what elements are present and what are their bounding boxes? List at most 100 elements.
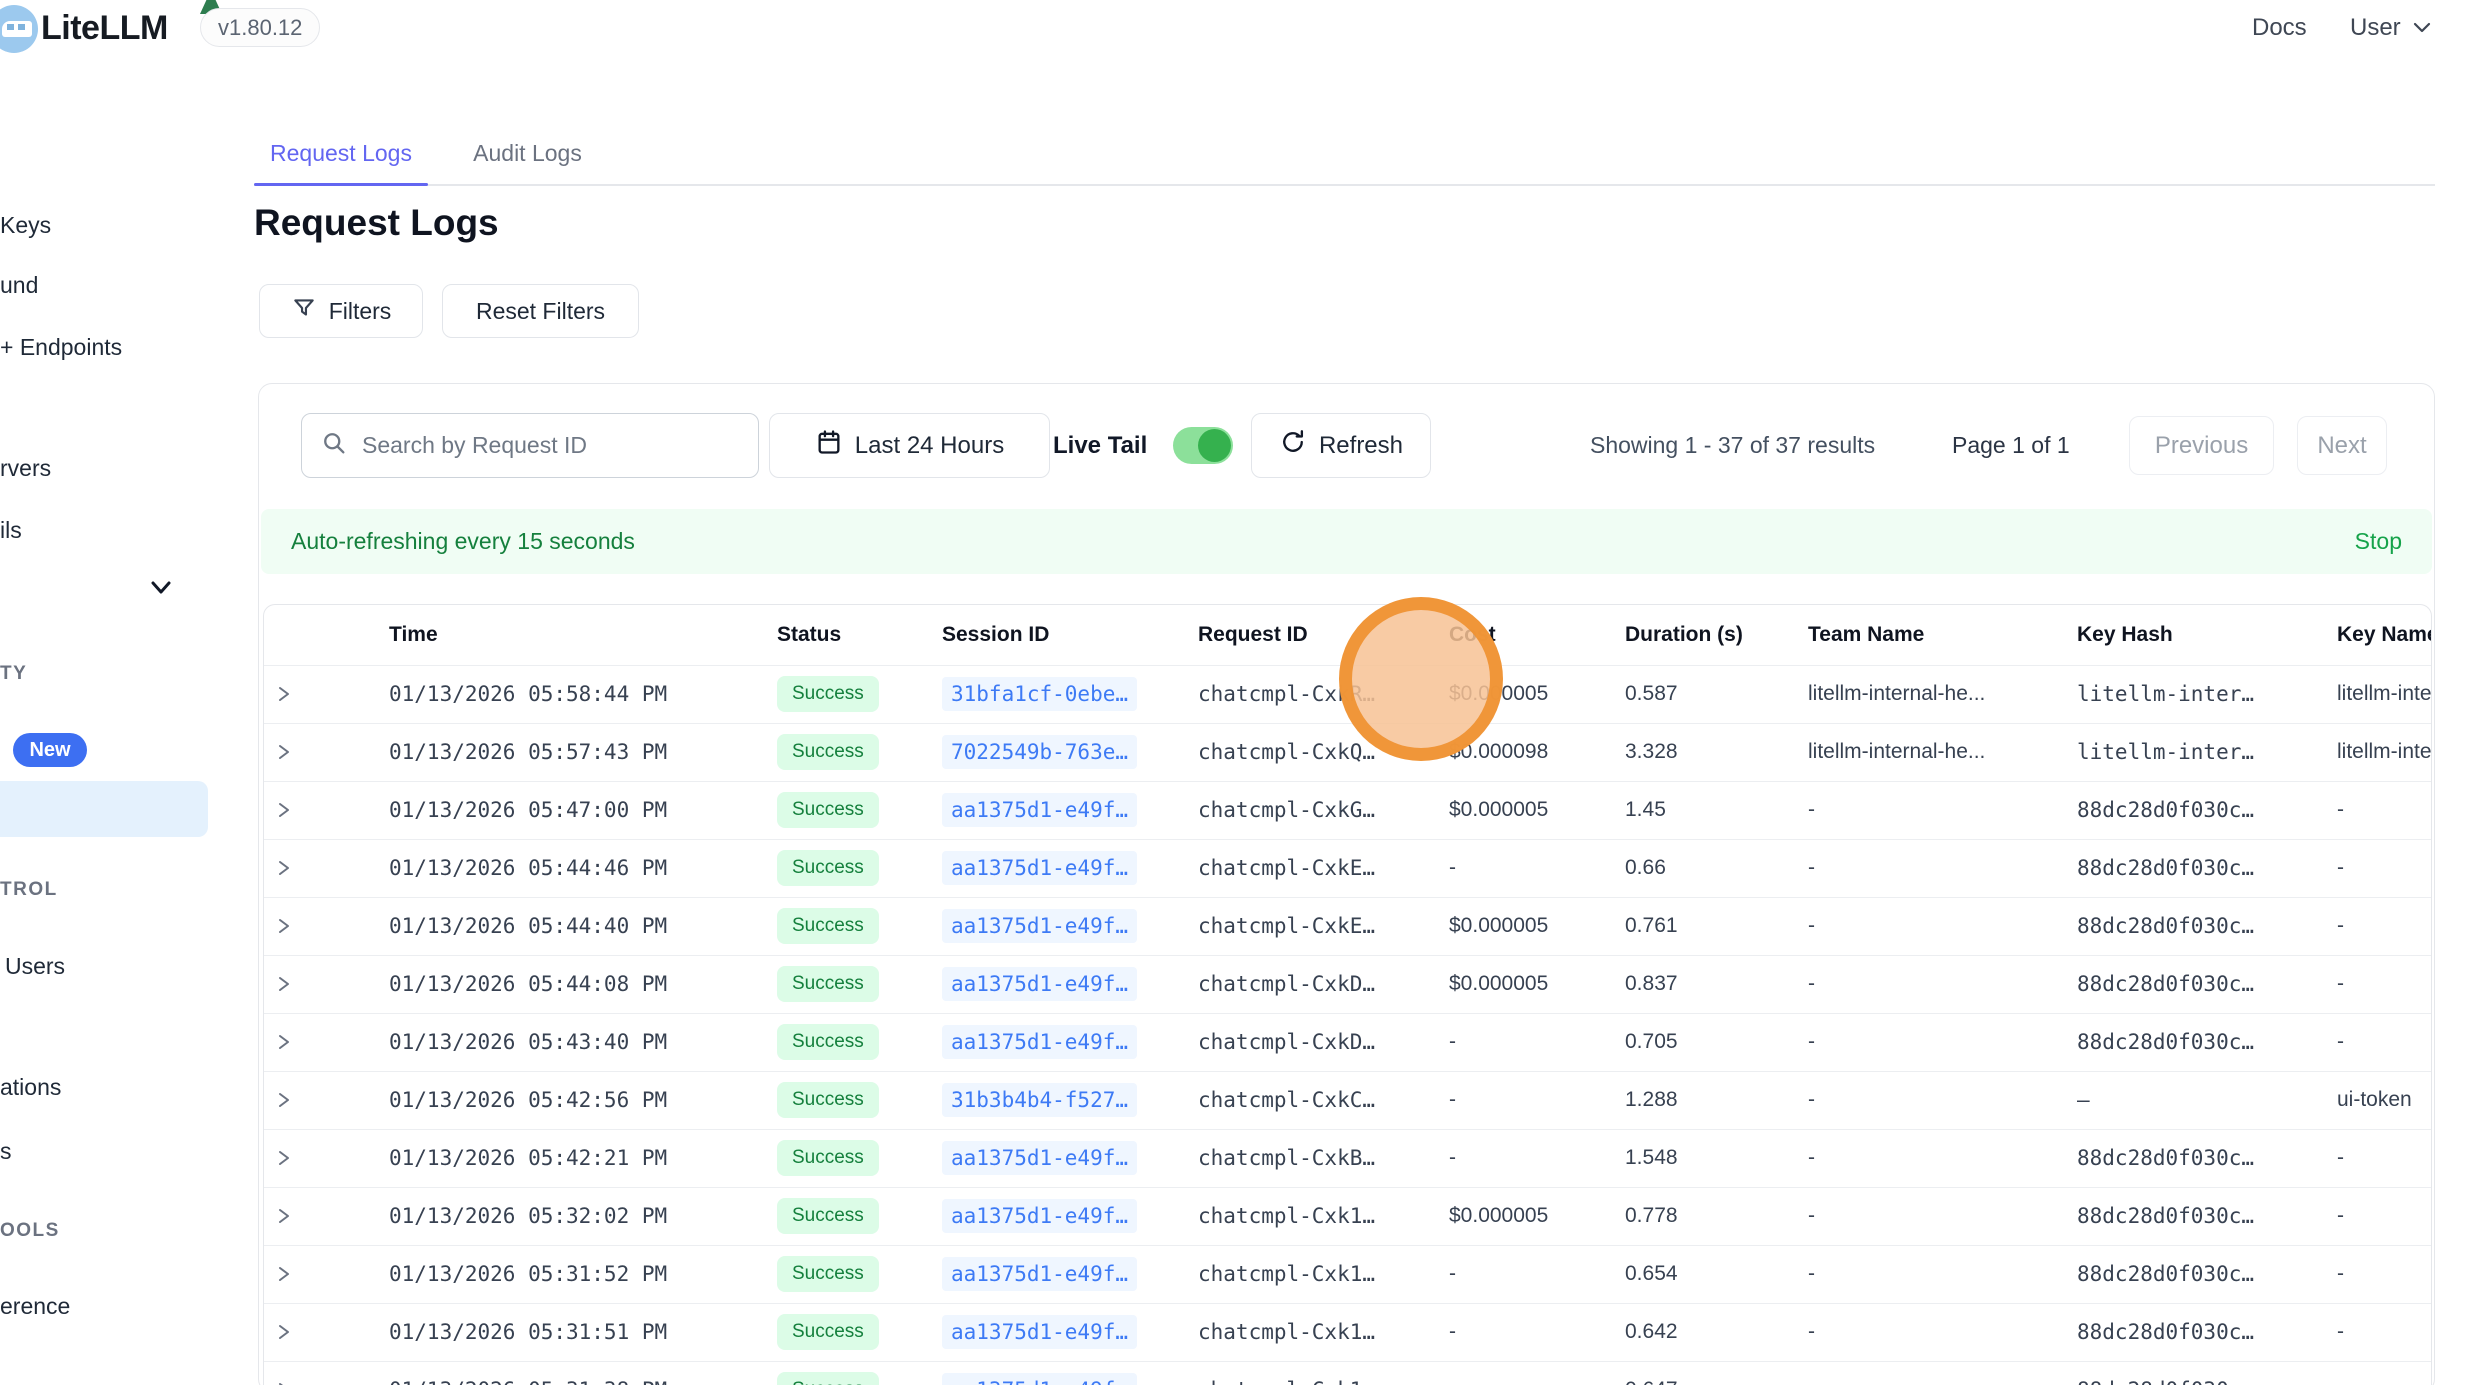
toggle-knob — [1198, 429, 1231, 462]
key-name-cell: - — [2325, 1013, 2432, 1071]
table-row[interactable]: 01/13/2026 05:32:02 PM Success aa1375d1-… — [264, 1187, 2432, 1245]
sidebar-section-observability: TY — [0, 663, 27, 685]
row-expand-cell[interactable] — [264, 955, 377, 1013]
row-expand-cell[interactable] — [264, 839, 377, 897]
session-id-link[interactable]: aa1375d1-e49f… — [942, 1315, 1137, 1349]
session-id-link[interactable]: aa1375d1-e49f… — [942, 793, 1137, 827]
click-indicator-overlay — [1339, 597, 1503, 761]
stop-auto-refresh-button[interactable]: Stop — [2355, 528, 2402, 555]
time-cell: 01/13/2026 05:44:40 PM — [377, 897, 765, 955]
tab-request-logs[interactable]: Request Logs — [254, 140, 428, 184]
session-id-link[interactable]: aa1375d1-e49f… — [942, 967, 1137, 1001]
calendar-icon — [815, 428, 843, 463]
sidebar-item-teams[interactable]: s — [0, 1138, 12, 1165]
log-table-body: 01/13/2026 05:58:44 PM Success 31bfa1cf-… — [264, 665, 2432, 1385]
table-row[interactable]: 01/13/2026 05:31:38 PM Success aa1375d1-… — [264, 1361, 2432, 1385]
row-expand-cell[interactable] — [264, 1071, 377, 1129]
session-id-link[interactable]: 31b3b4b4-f527… — [942, 1083, 1137, 1117]
row-expand-cell[interactable] — [264, 1129, 377, 1187]
sidebar-item-guardrails[interactable]: ils — [0, 517, 22, 544]
time-cell: 01/13/2026 05:58:44 PM — [377, 665, 765, 723]
filters-button[interactable]: Filters — [259, 284, 423, 338]
chevron-right-icon[interactable] — [276, 916, 377, 936]
sidebar-item-logs-selected[interactable] — [0, 781, 208, 837]
user-menu[interactable]: User — [2350, 0, 2401, 56]
chevron-right-icon[interactable] — [276, 1148, 377, 1168]
row-expand-cell[interactable] — [264, 723, 377, 781]
status-cell: Success — [765, 781, 930, 839]
chevron-right-icon[interactable] — [276, 742, 377, 762]
reset-filters-label: Reset Filters — [476, 298, 605, 325]
duration-cell: 0.642 — [1613, 1303, 1796, 1361]
table-row[interactable]: 01/13/2026 05:57:43 PM Success 7022549b-… — [264, 723, 2432, 781]
team-name-cell: - — [1796, 1245, 2065, 1303]
status-badge: Success — [777, 966, 879, 1002]
chevron-down-icon[interactable] — [2410, 18, 2434, 43]
sidebar-item-api-reference[interactable]: erence — [0, 1293, 70, 1320]
session-id-link[interactable]: aa1375d1-e49f… — [942, 1257, 1137, 1291]
chevron-right-icon[interactable] — [276, 800, 377, 820]
session-id-link[interactable]: aa1375d1-e49f… — [942, 1373, 1137, 1385]
live-tail-toggle[interactable] — [1173, 427, 1233, 464]
table-row[interactable]: 01/13/2026 05:42:21 PM Success aa1375d1-… — [264, 1129, 2432, 1187]
key-name-cell: litellm-inter... — [2325, 665, 2432, 723]
new-badge: New — [13, 733, 87, 767]
table-row[interactable]: 01/13/2026 05:43:40 PM Success aa1375d1-… — [264, 1013, 2432, 1071]
chevron-right-icon[interactable] — [276, 684, 377, 704]
search-input[interactable] — [362, 432, 740, 459]
sidebar-item-playground[interactable]: und — [0, 272, 38, 299]
chevron-right-icon[interactable] — [276, 1032, 377, 1052]
session-id-cell: aa1375d1-e49f… — [930, 1245, 1186, 1303]
row-expand-cell[interactable] — [264, 1187, 377, 1245]
session-id-link[interactable]: 7022549b-763e… — [942, 735, 1137, 769]
chevron-right-icon[interactable] — [276, 1380, 377, 1385]
row-expand-cell[interactable] — [264, 1245, 377, 1303]
chevron-right-icon[interactable] — [276, 1322, 377, 1342]
previous-page-button[interactable]: Previous — [2129, 416, 2274, 475]
next-page-button[interactable]: Next — [2297, 416, 2387, 475]
session-id-link[interactable]: aa1375d1-e49f… — [942, 851, 1137, 885]
table-row[interactable]: 01/13/2026 05:44:08 PM Success aa1375d1-… — [264, 955, 2432, 1013]
table-row[interactable]: 01/13/2026 05:31:52 PM Success aa1375d1-… — [264, 1245, 2432, 1303]
time-range-button[interactable]: Last 24 Hours — [769, 413, 1050, 478]
chevron-right-icon[interactable] — [276, 858, 377, 878]
row-expand-cell[interactable] — [264, 1013, 377, 1071]
cost-cell: $0.000005 — [1437, 955, 1613, 1013]
sidebar-item-keys[interactable]: Keys — [0, 212, 51, 239]
table-row[interactable]: 01/13/2026 05:47:00 PM Success aa1375d1-… — [264, 781, 2432, 839]
docs-link[interactable]: Docs — [2252, 0, 2307, 56]
session-id-link[interactable]: 31bfa1cf-0ebe… — [942, 677, 1137, 711]
reset-filters-button[interactable]: Reset Filters — [442, 284, 639, 338]
tab-audit-logs[interactable]: Audit Logs — [455, 140, 600, 184]
row-expand-cell[interactable] — [264, 897, 377, 955]
search-icon — [320, 429, 348, 462]
sidebar-item-models-endpoints[interactable]: + Endpoints — [0, 334, 122, 361]
session-id-link[interactable]: aa1375d1-e49f… — [942, 1025, 1137, 1059]
request-id-cell: chatcmpl-CxkG… — [1186, 781, 1437, 839]
session-id-link[interactable]: aa1375d1-e49f… — [942, 909, 1137, 943]
table-row[interactable]: 01/13/2026 05:44:46 PM Success aa1375d1-… — [264, 839, 2432, 897]
chevron-right-icon[interactable] — [276, 1090, 377, 1110]
request-id-cell: chatcmpl-Cxk1… — [1186, 1303, 1437, 1361]
session-id-link[interactable]: aa1375d1-e49f… — [942, 1199, 1137, 1233]
sidebar-item-servers[interactable]: rvers — [0, 455, 51, 482]
session-id-link[interactable]: aa1375d1-e49f… — [942, 1141, 1137, 1175]
chevron-right-icon[interactable] — [276, 974, 377, 994]
table-row[interactable]: 01/13/2026 05:31:51 PM Success aa1375d1-… — [264, 1303, 2432, 1361]
key-hash-cell: 88dc28d0f030c… — [2065, 1129, 2325, 1187]
row-expand-cell[interactable] — [264, 1361, 377, 1385]
train-icon — [2, 21, 32, 37]
sidebar-item-internal-users[interactable]: Users — [5, 953, 65, 980]
row-expand-cell[interactable] — [264, 1303, 377, 1361]
sidebar-chevron-down-icon[interactable] — [146, 577, 176, 604]
refresh-button[interactable]: Refresh — [1251, 413, 1431, 478]
table-row[interactable]: 01/13/2026 05:44:40 PM Success aa1375d1-… — [264, 897, 2432, 955]
chevron-right-icon[interactable] — [276, 1264, 377, 1284]
table-row[interactable]: 01/13/2026 05:42:56 PM Success 31b3b4b4-… — [264, 1071, 2432, 1129]
cost-cell: $0.000005 — [1437, 1187, 1613, 1245]
sidebar-item-organizations[interactable]: ations — [0, 1074, 61, 1101]
row-expand-cell[interactable] — [264, 781, 377, 839]
chevron-right-icon[interactable] — [276, 1206, 377, 1226]
row-expand-cell[interactable] — [264, 665, 377, 723]
time-cell: 01/13/2026 05:31:52 PM — [377, 1245, 765, 1303]
